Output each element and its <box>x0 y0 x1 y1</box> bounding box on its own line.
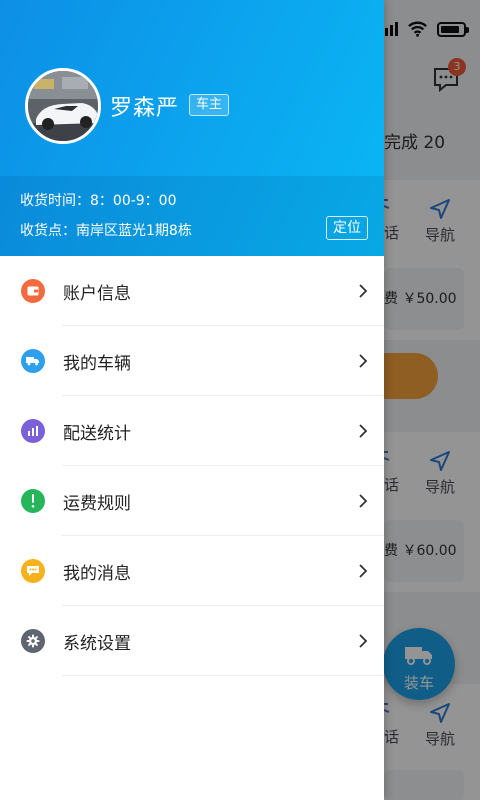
menu-item-my-messages[interactable]: 我的消息 <box>0 536 384 606</box>
chart-icon <box>21 419 45 443</box>
exclamation-icon <box>21 489 45 513</box>
wallet-icon <box>21 279 45 303</box>
drawer-scrim[interactable] <box>384 0 480 800</box>
delivery-info: 收货时间：8：00-9：00 收货点：南岸区蓝光1期8栋 定位 <box>0 176 384 256</box>
avatar[interactable] <box>25 68 101 144</box>
chevron-right-icon <box>359 354 368 368</box>
menu-item-delivery-stats[interactable]: 配送统计 <box>0 396 384 466</box>
menu-item-system-settings[interactable]: 系统设置 <box>0 606 384 676</box>
receive-point: 收货点：南岸区蓝光1期8栋 <box>20 223 192 239</box>
menu-item-label: 运费规则 <box>63 493 131 514</box>
menu-item-label: 系统设置 <box>63 633 131 654</box>
chat-icon <box>21 559 45 583</box>
truck-icon <box>21 349 45 373</box>
drawer-menu: 账户信息 我的车辆 配送统计 运费规则 我的消息 系统设置 <box>0 256 384 676</box>
role-badge: 车主 <box>189 94 230 116</box>
chevron-right-icon <box>359 494 368 508</box>
menu-item-freight-rules[interactable]: 运费规则 <box>0 466 384 536</box>
menu-item-label: 我的消息 <box>63 563 131 584</box>
drawer-header: 罗森严 车主 收货时间：8：00-9：00 收货点：南岸区蓝光1期8栋 定位 <box>0 0 384 256</box>
locate-button[interactable]: 定位 <box>326 216 368 240</box>
chevron-right-icon <box>359 634 368 648</box>
receive-time: 收货时间：8：00-9：00 <box>20 193 177 209</box>
menu-item-account-info[interactable]: 账户信息 <box>0 256 384 326</box>
menu-item-my-vehicles[interactable]: 我的车辆 <box>0 326 384 396</box>
chevron-right-icon <box>359 424 368 438</box>
navigation-drawer: 罗森严 车主 收货时间：8：00-9：00 收货点：南岸区蓝光1期8栋 定位 账… <box>0 0 384 800</box>
gear-icon <box>21 629 45 653</box>
menu-item-label: 配送统计 <box>63 423 131 444</box>
car-photo <box>28 71 98 141</box>
user-name: 罗森严 <box>110 96 180 121</box>
menu-item-label: 账户信息 <box>63 283 131 304</box>
chevron-right-icon <box>359 284 368 298</box>
menu-item-label: 我的车辆 <box>63 353 131 374</box>
chevron-right-icon <box>359 564 368 578</box>
